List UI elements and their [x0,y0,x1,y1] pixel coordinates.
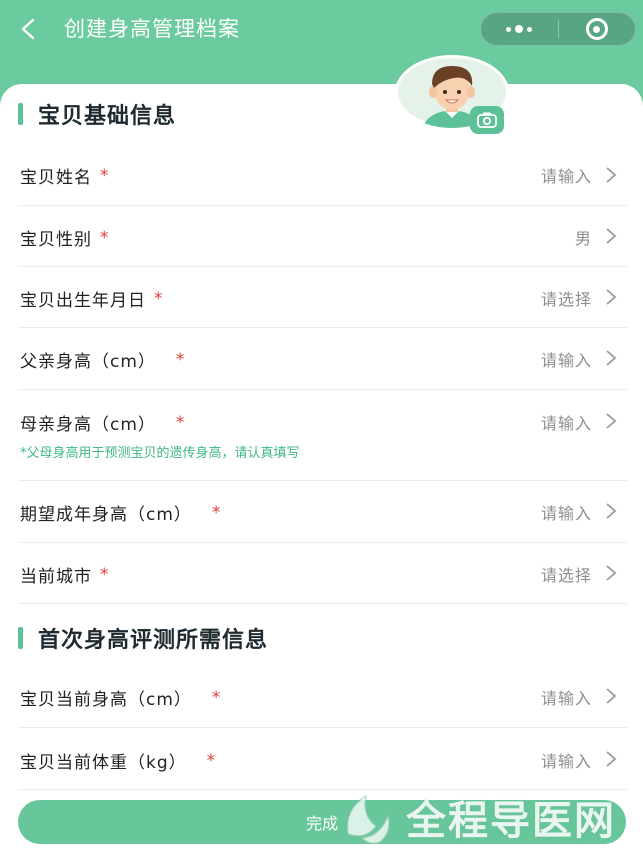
parent-height-hint: *父母身高用于预测宝贝的遗传身高，请认真填写 [20,446,300,461]
chevron-right-icon [606,751,617,767]
chevron-right-icon [606,413,617,429]
submit-button[interactable]: 完成 [18,800,626,844]
section-accent-bar [18,627,23,649]
camera-icon [477,112,497,128]
chevron-right-icon [606,228,617,244]
field-label: 宝贝性别 * [20,227,110,251]
field-label: 宝贝出生年月日 * [20,288,164,312]
field-label: 宝贝当前体重（kg） * [20,750,217,774]
field-label: 宝贝姓名 * [20,165,110,189]
field-father-height[interactable]: 父亲身高（cm） * 请输入 [18,328,628,390]
field-baby-name[interactable]: 宝贝姓名 * 请输入 [18,144,628,206]
more-dots-icon [506,25,533,33]
back-button[interactable] [14,14,42,44]
chevron-right-icon [606,688,617,704]
section-basic-info: 宝贝基础信息 [18,98,176,130]
field-value: 请选择 [540,290,592,309]
mini-program-capsule [480,12,636,46]
chevron-right-icon [606,289,617,305]
chevron-right-icon [606,565,617,581]
field-current-height[interactable]: 宝贝当前身高（cm） * 请输入 [18,666,628,728]
target-circle-icon [585,18,608,40]
close-mini-program-button[interactable] [559,13,636,45]
field-baby-gender[interactable]: 宝贝性别 * 男 [18,206,628,267]
field-value: 请选择 [540,566,592,585]
chevron-right-icon [606,350,617,366]
more-button[interactable] [481,13,558,45]
field-value: 请输入 [540,752,592,771]
field-mother-height[interactable]: 母亲身高（cm） * 请输入 *父母身高用于预测宝贝的遗传身高，请认真填写 [18,390,628,481]
field-value: 请输入 [540,414,592,433]
field-label: 当前城市 * [20,564,110,588]
field-value: 请输入 [540,504,592,523]
section-first-assessment: 首次身高评测所需信息 [18,622,268,654]
field-value: 请输入 [540,689,592,708]
field-current-weight[interactable]: 宝贝当前体重（kg） * 请输入 [18,728,628,790]
page-title: 创建身高管理档案 [64,17,240,41]
field-label: 宝贝当前身高（cm） * [20,687,222,711]
section-accent-bar [18,103,23,125]
chevron-right-icon [606,167,617,183]
field-baby-birthday[interactable]: 宝贝出生年月日 * 请选择 [18,267,628,328]
section-title: 宝贝基础信息 [38,104,177,129]
field-value: 男 [574,229,592,248]
chevron-right-icon [606,503,617,519]
section-title: 首次身高评测所需信息 [38,628,269,653]
field-expected-height[interactable]: 期望成年身高（cm） * 请输入 [18,481,628,543]
field-label: 期望成年身高（cm） * [20,502,222,526]
chevron-left-icon [21,18,35,40]
field-value: 请输入 [540,167,592,186]
change-avatar-button[interactable] [470,106,504,134]
field-label: 母亲身高（cm） * [20,412,186,436]
field-label: 父亲身高（cm） * [20,349,186,373]
field-value: 请输入 [540,351,592,370]
field-current-city[interactable]: 当前城市 * 请选择 [18,543,628,604]
